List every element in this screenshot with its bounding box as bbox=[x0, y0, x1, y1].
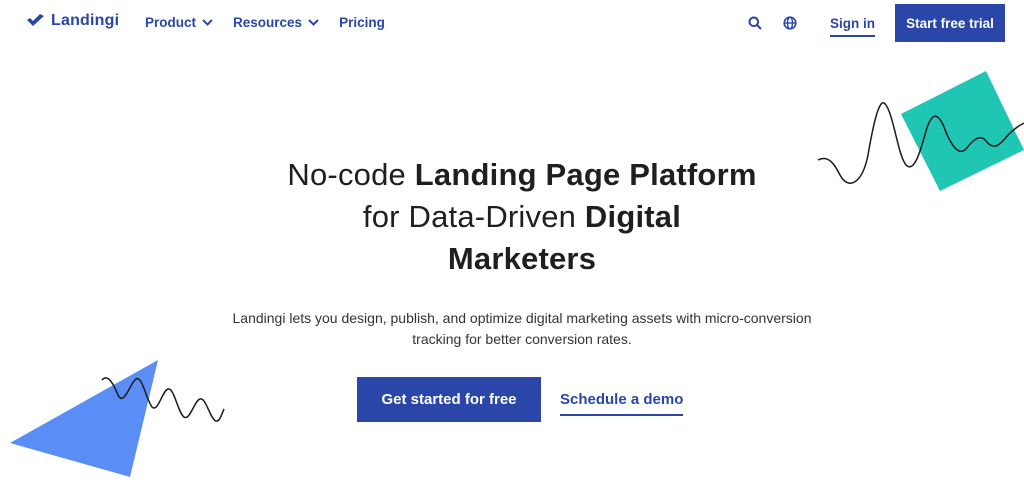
logo-mark-icon bbox=[27, 14, 44, 26]
schedule-demo-link[interactable]: Schedule a demo bbox=[560, 391, 684, 416]
start-free-trial-button[interactable]: Start free trial bbox=[895, 4, 1005, 42]
cta-row: Get started for free Schedule a demo bbox=[357, 377, 684, 422]
nav-product-label: Product bbox=[145, 15, 197, 30]
nav-product[interactable]: Product bbox=[145, 15, 213, 30]
headline-part-1: No-code bbox=[287, 157, 415, 192]
nav-resources-label: Resources bbox=[233, 15, 303, 30]
headline-bold-1: Landing Page Platform bbox=[414, 157, 757, 192]
nav-links: Product Resources Pricing bbox=[145, 15, 385, 30]
blue-triangle-decoration bbox=[10, 360, 225, 477]
teal-square-decoration bbox=[817, 71, 1024, 191]
headline-bold-3: Marketers bbox=[447, 241, 597, 276]
chevron-down-icon bbox=[308, 19, 319, 26]
hero-headline: No-code Landing Page Platform for Data-D… bbox=[232, 154, 812, 280]
headline-part-2: for Data-Driven bbox=[362, 199, 585, 234]
nav-pricing[interactable]: Pricing bbox=[339, 15, 385, 30]
hero-subtext: Landingi lets you design, publish, and o… bbox=[232, 310, 812, 347]
top-navigation: Landingi Product Resources Pricing Sign … bbox=[0, 0, 1024, 46]
logo[interactable]: Landingi bbox=[26, 12, 119, 30]
chevron-down-icon bbox=[202, 19, 213, 26]
nav-pricing-label: Pricing bbox=[339, 15, 385, 30]
get-started-button[interactable]: Get started for free bbox=[357, 377, 541, 422]
globe-icon[interactable] bbox=[780, 13, 800, 33]
logo-text: Landingi bbox=[51, 12, 120, 29]
nav-resources[interactable]: Resources bbox=[233, 15, 319, 30]
headline-bold-2: Digital bbox=[584, 199, 682, 234]
search-icon[interactable] bbox=[745, 13, 765, 33]
sign-in-link[interactable]: Sign in bbox=[830, 16, 875, 37]
nav-right: Sign in Start free trial bbox=[745, 0, 1024, 46]
